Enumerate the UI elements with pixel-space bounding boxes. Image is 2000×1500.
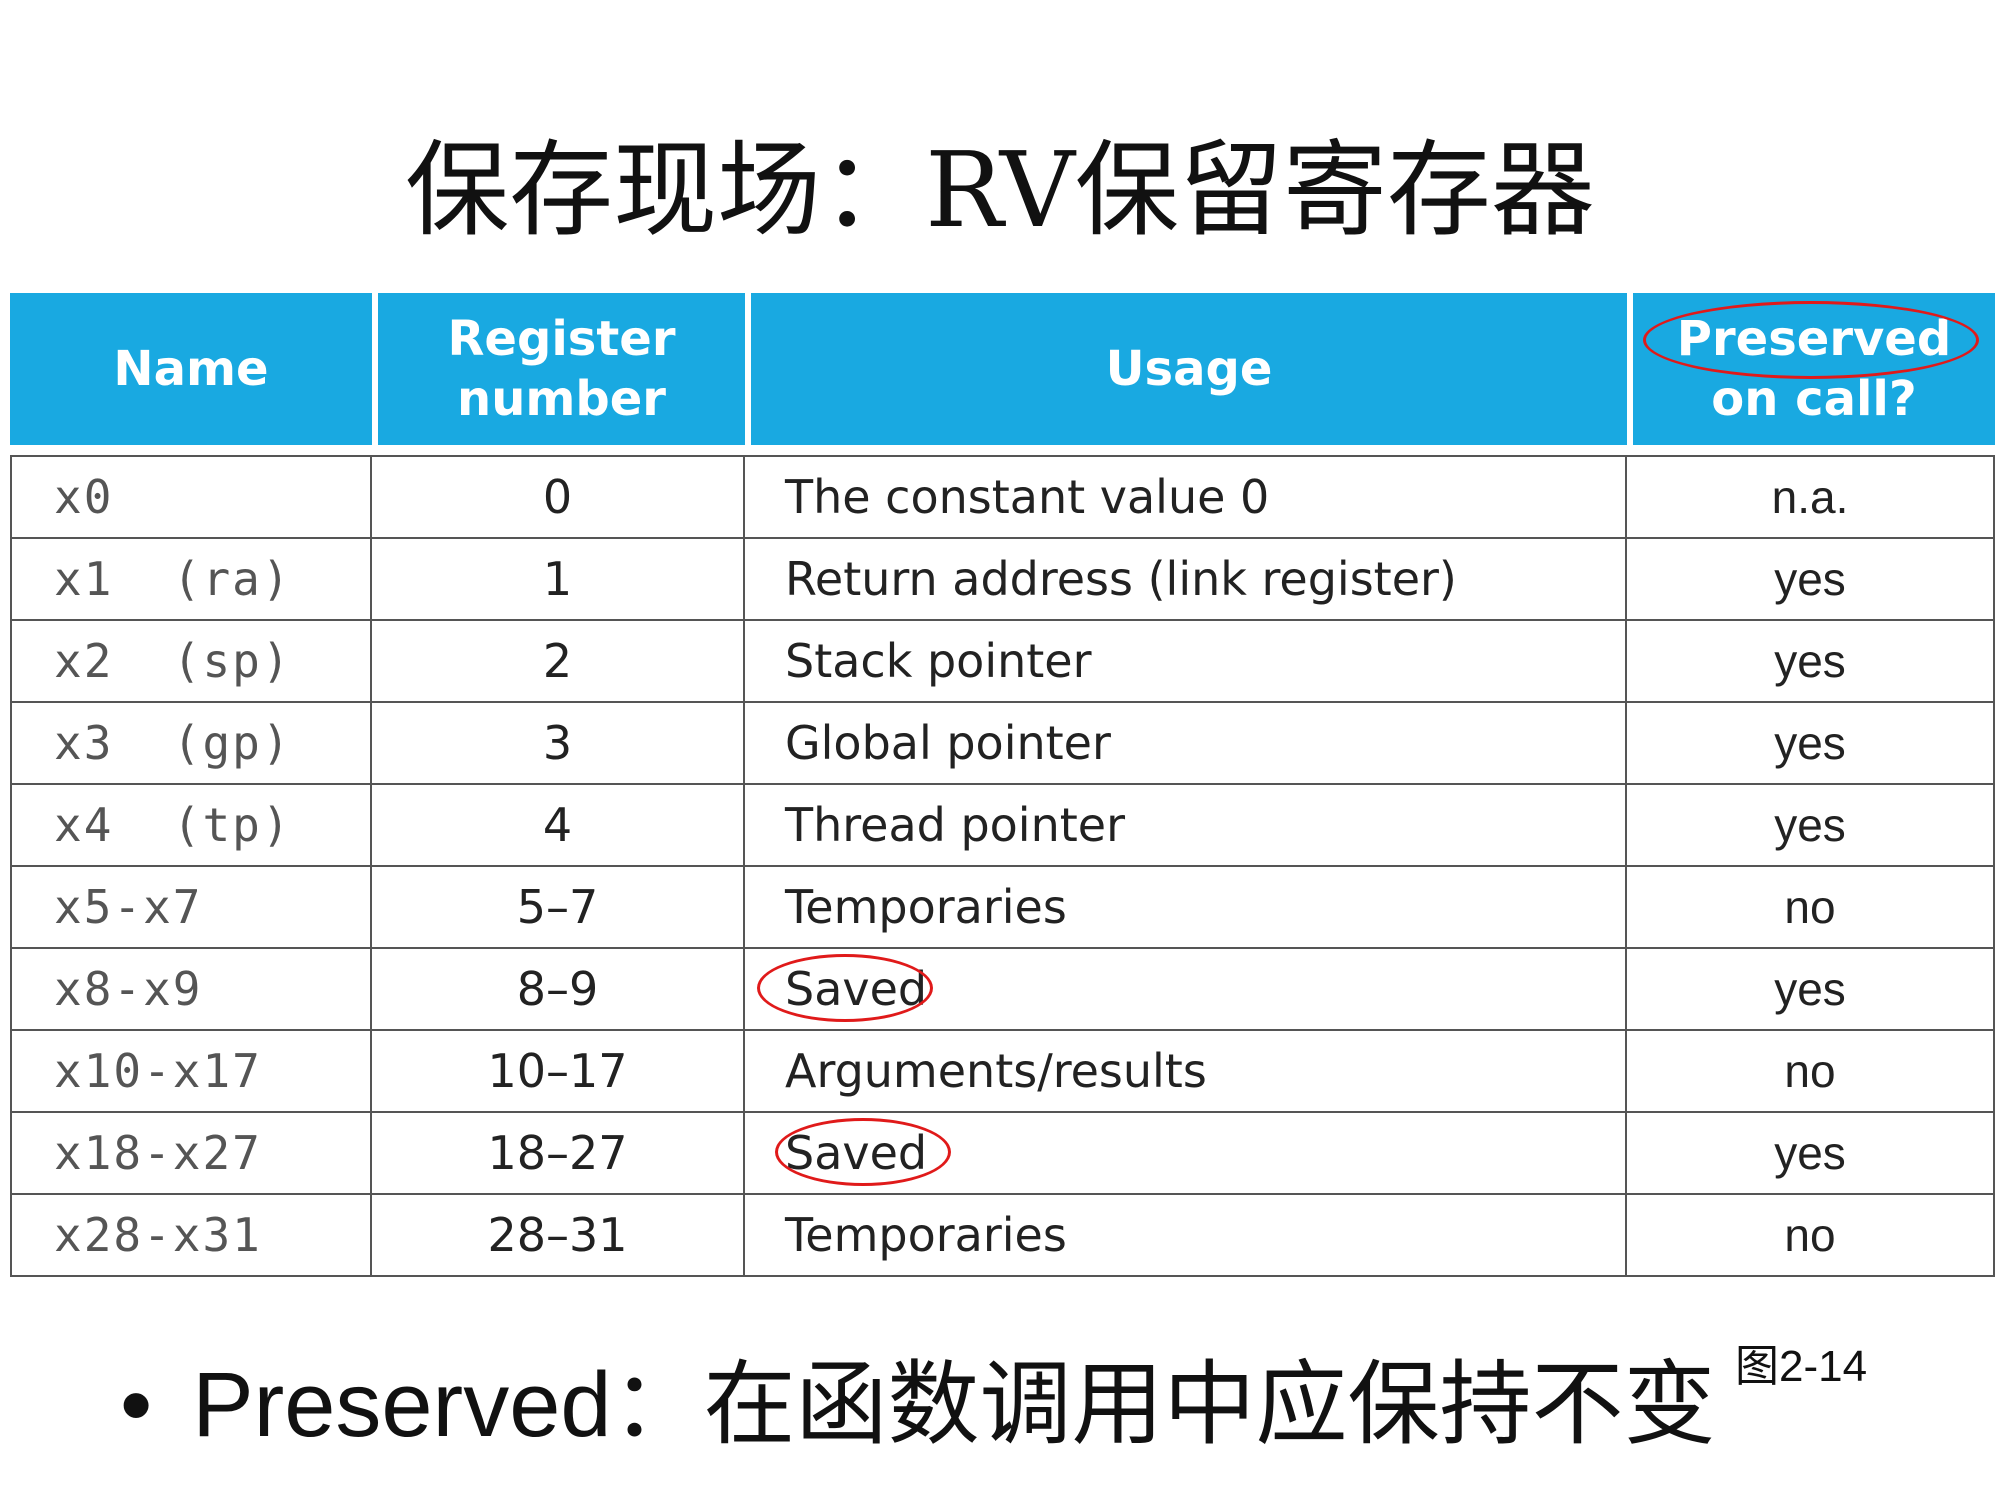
cell-usage: Return address (link register) — [745, 539, 1627, 621]
cell-preserved: yes — [1627, 539, 1995, 621]
register-table: Name Register number Usage Preserved on … — [10, 293, 1995, 1277]
table-header-row: Name Register number Usage Preserved on … — [10, 293, 1995, 445]
cell-number: 3 — [372, 703, 745, 785]
table-row: x1 (ra) 1 Return address (link register)… — [10, 539, 1995, 621]
cell-name: x28-x31 — [10, 1195, 372, 1277]
table-row: x4 (tp) 4 Thread pointer yes — [10, 785, 1995, 867]
figure-caption: 图2-14 — [1735, 1342, 1868, 1391]
header-usage: Usage — [745, 293, 1627, 445]
cell-number: 18–27 — [372, 1113, 745, 1195]
header-preserved-circled: Preserved — [1642, 301, 1979, 379]
cell-preserved: yes — [1627, 949, 1995, 1031]
table-row: x8-x9 8–9 Saved yes — [10, 949, 1995, 1031]
slide-title: 保存现场：RV保留寄存器 — [405, 129, 1595, 251]
cell-number: 4 — [372, 785, 745, 867]
header-preserved-word: Preserved — [1676, 311, 1952, 367]
cell-number: 28–31 — [372, 1195, 745, 1277]
cell-usage: Arguments/results — [745, 1031, 1627, 1113]
cell-usage: Temporaries — [745, 1195, 1627, 1277]
table-row: x2 (sp) 2 Stack pointer yes — [10, 621, 1995, 703]
cell-name: x2 (sp) — [10, 621, 372, 703]
cell-name: x4 (tp) — [10, 785, 372, 867]
cell-preserved: yes — [1627, 621, 1995, 703]
header-register-number: Register number — [372, 293, 745, 445]
cell-name: x1 (ra) — [10, 539, 372, 621]
bullet-point: • Preserved：在函数调用中应保持不变 — [120, 1350, 1716, 1460]
cell-number: 10–17 — [372, 1031, 745, 1113]
table-row: x10-x17 10–17 Arguments/results no — [10, 1031, 1995, 1113]
cell-usage-text: Saved — [785, 962, 928, 1016]
cell-number: 1 — [372, 539, 745, 621]
cell-usage-text: Saved — [785, 1126, 928, 1180]
cell-number: 8–9 — [372, 949, 745, 1031]
cell-usage: Thread pointer — [745, 785, 1627, 867]
cell-preserved: no — [1627, 867, 1995, 949]
bullet-marker: • — [120, 1354, 153, 1456]
header-name-line: Name — [113, 341, 269, 397]
header-preserved: Preserved on call? — [1627, 293, 1995, 445]
cell-usage: Global pointer — [745, 703, 1627, 785]
cell-preserved: yes — [1627, 785, 1995, 867]
cell-name: x3 (gp) — [10, 703, 372, 785]
cell-usage: Stack pointer — [745, 621, 1627, 703]
cell-number: 0 — [372, 455, 745, 539]
header-register-line-1: Register — [447, 311, 676, 367]
cell-name: x0 — [10, 455, 372, 539]
cell-number: 2 — [372, 621, 745, 703]
cell-name: x5-x7 — [10, 867, 372, 949]
table-row: x3 (gp) 3 Global pointer yes — [10, 703, 1995, 785]
cell-usage: Saved — [745, 949, 1627, 1031]
saved-circled: Saved — [757, 954, 933, 1022]
cell-name: x8-x9 — [10, 949, 372, 1031]
bullet-term: Preserved： — [192, 1354, 704, 1456]
table-row: x18-x27 18–27 Saved yes — [10, 1113, 1995, 1195]
saved-circled: Saved — [775, 1118, 951, 1186]
table-row: x0 0 The constant value 0 n.a. — [10, 455, 1995, 539]
cell-preserved: no — [1627, 1195, 1995, 1277]
cell-usage: Saved — [745, 1113, 1627, 1195]
cell-preserved: no — [1627, 1031, 1995, 1113]
table-row: x5-x7 5–7 Temporaries no — [10, 867, 1995, 949]
header-preserved-line-2: on call? — [1711, 371, 1917, 427]
header-name: Name — [10, 293, 372, 445]
cell-name: x10-x17 — [10, 1031, 372, 1113]
cell-name: x18-x27 — [10, 1113, 372, 1195]
header-register-line-2: number — [457, 371, 666, 427]
cell-usage: Temporaries — [745, 867, 1627, 949]
table-row: x28-x31 28–31 Temporaries no — [10, 1195, 1995, 1277]
bullet-text: 在函数调用中应保持不变 — [703, 1351, 1716, 1458]
cell-preserved: yes — [1627, 1113, 1995, 1195]
cell-preserved: n.a. — [1627, 455, 1995, 539]
header-usage-line: Usage — [1105, 341, 1273, 397]
cell-usage: The constant value 0 — [745, 455, 1627, 539]
cell-preserved: yes — [1627, 703, 1995, 785]
cell-number: 5–7 — [372, 867, 745, 949]
header-preserved-line-1: Preserved — [1641, 301, 1987, 379]
